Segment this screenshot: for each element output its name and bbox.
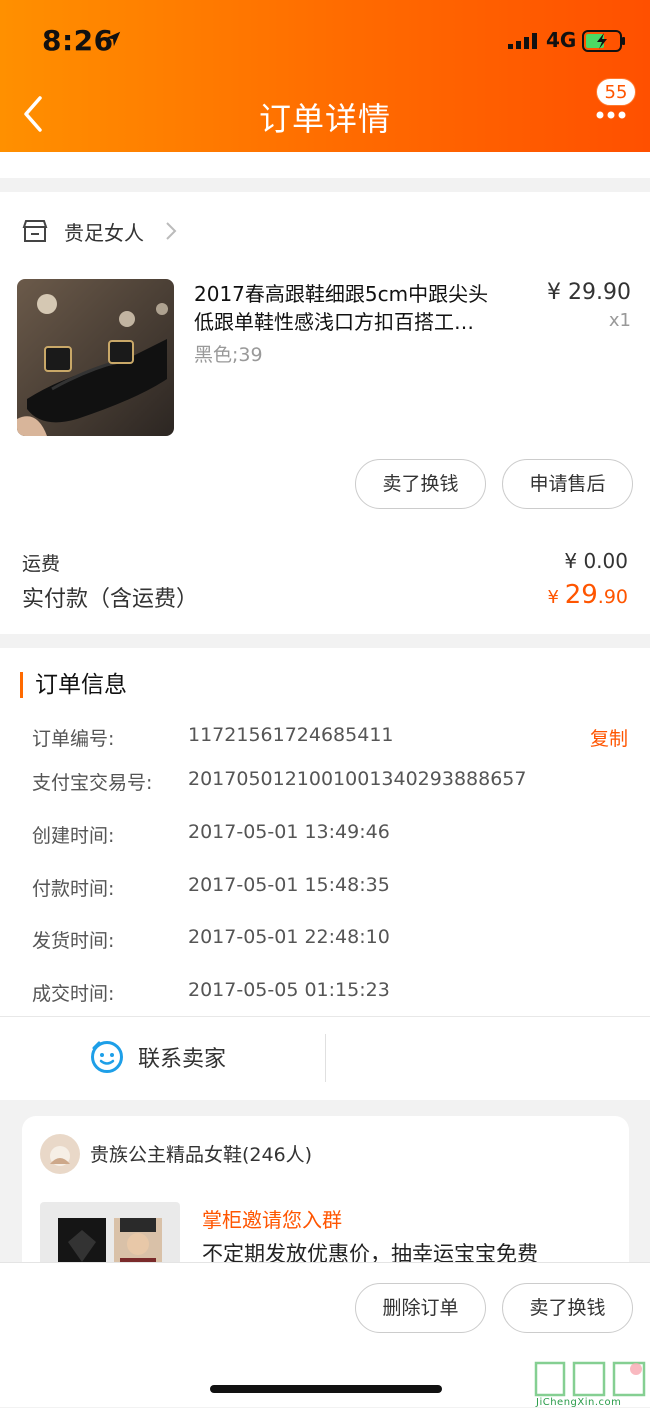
copy-order-number-button[interactable]: 复制 — [590, 724, 628, 751]
store-icon — [22, 220, 48, 242]
nav-bar: 订单详情 55 — [0, 78, 650, 152]
shipped-time-label: 发货时间: — [32, 930, 115, 952]
paid-integer: 29 — [564, 580, 598, 610]
group-invite-text: 掌柜邀请您入群 — [202, 1208, 342, 1232]
shipping-fee-value: ¥ 0.00 — [564, 549, 628, 573]
chevron-right-icon — [166, 222, 177, 240]
completed-time-value: 2017-05-05 01:15:23 — [188, 979, 390, 1001]
alipay-trade-no-value: 2017050121001001340293888657 — [188, 768, 527, 790]
order-info-card: 订单信息 订单编号: 11721561724685411 复制 支付宝交易号: … — [0, 648, 650, 1100]
network-label: 4G — [546, 28, 577, 52]
created-time-value: 2017-05-01 13:49:46 — [188, 821, 390, 843]
paid-decimal: .90 — [597, 586, 628, 608]
paid-currency: ¥ — [547, 587, 565, 608]
alipay-trade-no-label: 支付宝交易号: — [32, 772, 153, 794]
status-bar: 8:26 4G — [0, 0, 650, 80]
sell-for-cash-button[interactable]: 卖了换钱 — [355, 459, 486, 509]
product-title[interactable]: 2017春高跟鞋细跟5cm中跟尖头 低跟单鞋性感浅口方扣百搭工… — [194, 280, 530, 336]
product-title-line1: 2017春高跟鞋细跟5cm中跟尖头 — [194, 282, 489, 306]
shop-name: 贵足女人 — [64, 220, 144, 245]
group-name: 贵族公主精品女鞋(246人) — [90, 1144, 313, 1166]
smiley-chat-icon — [91, 1041, 123, 1073]
home-indicator — [210, 1385, 442, 1393]
contact-seller-label: 联系卖家 — [138, 1047, 227, 1072]
product-price: ¥ 29.90 — [547, 280, 631, 305]
signal-icon — [508, 33, 537, 49]
created-time-label: 创建时间: — [32, 825, 115, 847]
paid-amount-label: 实付款（含运费） — [22, 587, 199, 612]
paid-time-value: 2017-05-01 15:48:35 — [188, 874, 390, 896]
watermark-text: JiChengXin.com — [536, 1397, 622, 1408]
header: 8:26 4G 订单详情 55 — [0, 0, 650, 152]
paid-amount-value: ¥ 29.90 — [548, 580, 629, 610]
message-count-badge: 55 — [596, 78, 636, 106]
product-quantity: x1 — [608, 310, 631, 331]
page-title: 订单详情 — [258, 100, 391, 138]
paid-time-label: 付款时间: — [32, 878, 115, 900]
order-item-card: 贵足女人 2017春高跟鞋细跟5cm中跟尖头 低跟单鞋性感浅口方扣百搭工… 黑色… — [0, 192, 650, 634]
order-number-label: 订单编号: — [32, 728, 115, 750]
status-time: 8:26 — [42, 24, 114, 57]
more-dots-icon[interactable] — [596, 110, 626, 120]
bottom-action-bar: 删除订单 卖了换钱 JiChengXin.com — [0, 1262, 650, 1408]
contact-seller-button[interactable]: 联系卖家 — [90, 1040, 226, 1074]
after-sale-button[interactable]: 申请售后 — [502, 459, 633, 509]
top-strip — [0, 152, 650, 178]
product-title-line2: 低跟单鞋性感浅口方扣百搭工… — [194, 310, 474, 334]
product-thumbnail[interactable] — [17, 279, 174, 436]
group-avatar — [40, 1134, 80, 1174]
product-sku: 黑色;39 — [194, 344, 263, 366]
divider — [0, 1016, 650, 1017]
completed-time-label: 成交时间: — [32, 983, 115, 1005]
vertical-divider — [325, 1034, 326, 1082]
shop-row[interactable]: 贵足女人 — [22, 216, 178, 246]
order-info-title: 订单信息 — [20, 672, 127, 698]
battery-charging-icon — [582, 30, 625, 52]
shipped-time-value: 2017-05-01 22:48:10 — [188, 926, 390, 948]
shipping-fee-label: 运费 — [22, 553, 61, 575]
location-arrow-icon — [105, 31, 121, 47]
product-image — [17, 279, 174, 436]
order-number-value: 11721561724685411 — [188, 724, 394, 746]
sell-for-cash-bottom-button[interactable]: 卖了换钱 — [502, 1283, 633, 1333]
delete-order-button[interactable]: 删除订单 — [355, 1283, 486, 1333]
